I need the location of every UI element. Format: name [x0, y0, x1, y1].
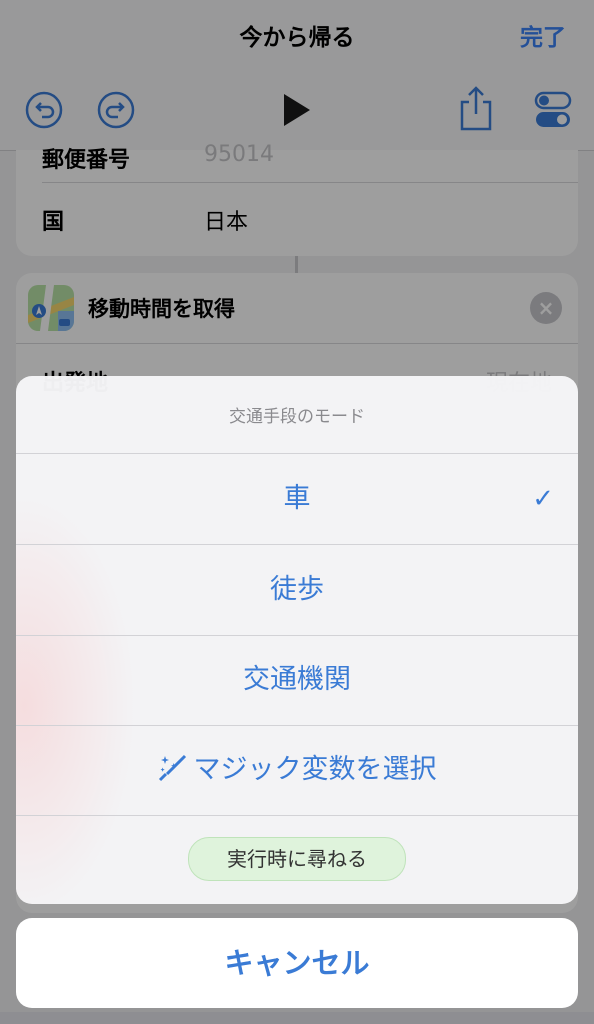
option-car[interactable]: 車 ✓	[16, 454, 578, 545]
option-walk-label: 徒歩	[270, 574, 324, 605]
magic-wand-icon	[158, 754, 186, 781]
bottom-edge	[0, 1012, 594, 1024]
option-car-label: 車	[283, 483, 311, 514]
ask-when-run-button[interactable]: 実行時に尋ねる	[188, 837, 406, 881]
option-transit-label: 交通機関	[243, 664, 351, 695]
cancel-button[interactable]: キャンセル	[16, 918, 578, 1008]
sheet-title: 交通手段のモード	[16, 376, 578, 454]
option-walk[interactable]: 徒歩	[16, 545, 578, 636]
transport-mode-sheet: 交通手段のモード 車 ✓ 徒歩 交通機関 マジック変数を選択 実行時に尋ねる	[16, 376, 578, 904]
checkmark-icon: ✓	[532, 484, 554, 514]
option-transit[interactable]: 交通機関	[16, 635, 578, 726]
option-magic-variable[interactable]: マジック変数を選択	[16, 725, 578, 816]
option-magic-variable-label: マジック変数を選択	[193, 754, 437, 785]
